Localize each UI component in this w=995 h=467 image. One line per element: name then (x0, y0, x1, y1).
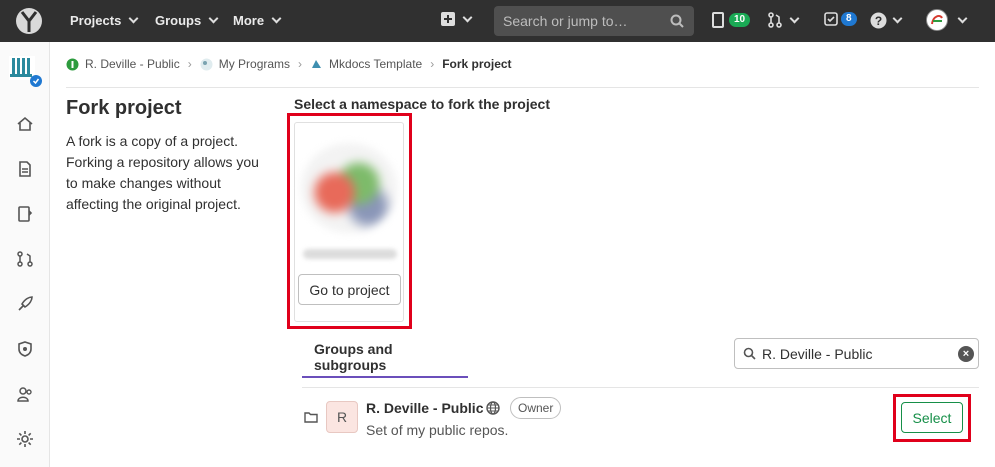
chevron-down-icon (789, 13, 800, 23)
breadcrumb-item-project[interactable]: Mkdocs Template (329, 57, 422, 71)
chevron-down-icon (957, 13, 968, 23)
breadcrumb-divider (66, 87, 979, 88)
nav-groups-label: Groups (155, 13, 202, 28)
tab-groups-and-subgroups[interactable]: Groups and subgroups (302, 338, 468, 378)
group-avatar-icon (66, 58, 79, 70)
repository-icon[interactable] (16, 160, 34, 178)
chevron-down-icon (208, 13, 219, 24)
issues-count-badge: 10 (729, 13, 751, 27)
todo-check-icon (824, 12, 838, 26)
issues-icon (712, 12, 724, 28)
chevron-down-icon (271, 13, 282, 24)
group-row: R R. Deville - Public Owner Set of my pu… (302, 394, 979, 444)
namespace-heading: Select a namespace to fork the project (294, 96, 550, 112)
existing-fork-card: Go to project (294, 122, 404, 322)
chevron-right-icon: › (298, 57, 303, 71)
svg-text:?: ? (875, 14, 882, 28)
clear-filter-icon[interactable]: × (958, 346, 974, 362)
nav-more-label: More (233, 13, 265, 28)
home-icon[interactable] (16, 115, 34, 133)
page-description: A fork is a copy of a project. Forking a… (66, 133, 259, 212)
go-to-project-button[interactable]: Go to project (298, 274, 401, 305)
settings-gear-icon[interactable] (16, 430, 34, 448)
project-sidebar (0, 42, 50, 467)
breadcrumb-current[interactable]: Fork project (442, 57, 511, 71)
merge-requests-dropdown[interactable] (768, 12, 800, 28)
issues-link[interactable]: 10 (712, 12, 751, 28)
nav-projects-label: Projects (70, 13, 122, 28)
chevron-right-icon: › (187, 57, 192, 71)
issues-icon[interactable] (16, 205, 34, 223)
avatar (926, 9, 948, 31)
search-icon (743, 347, 756, 360)
gitlab-logo-icon[interactable] (14, 6, 44, 36)
help-dropdown[interactable]: ? (870, 12, 903, 29)
nav-more-dropdown[interactable]: More (233, 13, 282, 28)
group-name[interactable]: R. Deville - Public (366, 400, 483, 416)
namespace-name-blurred (303, 249, 397, 259)
chevron-right-icon: › (430, 57, 435, 71)
group-description: Set of my public repos. (366, 422, 509, 438)
group-filter[interactable]: × (734, 338, 979, 369)
group-filter-input[interactable] (762, 345, 952, 362)
project-avatar-icon[interactable] (7, 52, 43, 88)
page-title: Fork project (66, 97, 182, 119)
top-navbar: Projects Groups More 10 8 ? (0, 0, 995, 42)
help-icon: ? (870, 12, 887, 29)
select-namespace-button[interactable]: Select (901, 402, 963, 433)
namespace-avatar (301, 143, 397, 233)
todos-link[interactable]: 8 (824, 12, 857, 26)
members-icon[interactable] (16, 385, 34, 403)
chevron-down-icon (892, 13, 903, 24)
folder-icon (304, 412, 318, 423)
rocket-icon[interactable] (16, 295, 34, 313)
role-badge: Owner (510, 397, 562, 419)
breadcrumb-item-group[interactable]: R. Deville - Public (85, 57, 180, 71)
global-search[interactable] (494, 6, 694, 36)
breadcrumb: R. Deville - Public › My Programs › Mkdo… (66, 56, 512, 72)
todos-count-badge: 8 (841, 12, 857, 26)
subgroup-avatar-icon (200, 58, 213, 70)
chevron-down-icon (128, 13, 139, 24)
group-avatar: R (326, 401, 358, 433)
new-item-dropdown[interactable] (441, 12, 473, 26)
search-input[interactable] (503, 13, 663, 29)
plus-square-icon (441, 12, 455, 26)
tabs-divider (302, 387, 979, 388)
project-avatar-icon (312, 59, 322, 68)
search-icon (670, 14, 684, 28)
nav-projects-dropdown[interactable]: Projects (70, 13, 139, 28)
chevron-down-icon (462, 12, 473, 22)
globe-icon (486, 401, 500, 415)
shield-icon[interactable] (16, 340, 34, 358)
merge-request-icon (768, 12, 782, 28)
breadcrumb-item-subgroup[interactable]: My Programs (219, 57, 290, 71)
merge-request-icon[interactable] (16, 250, 34, 268)
user-menu-dropdown[interactable] (926, 9, 968, 31)
nav-groups-dropdown[interactable]: Groups (155, 13, 219, 28)
